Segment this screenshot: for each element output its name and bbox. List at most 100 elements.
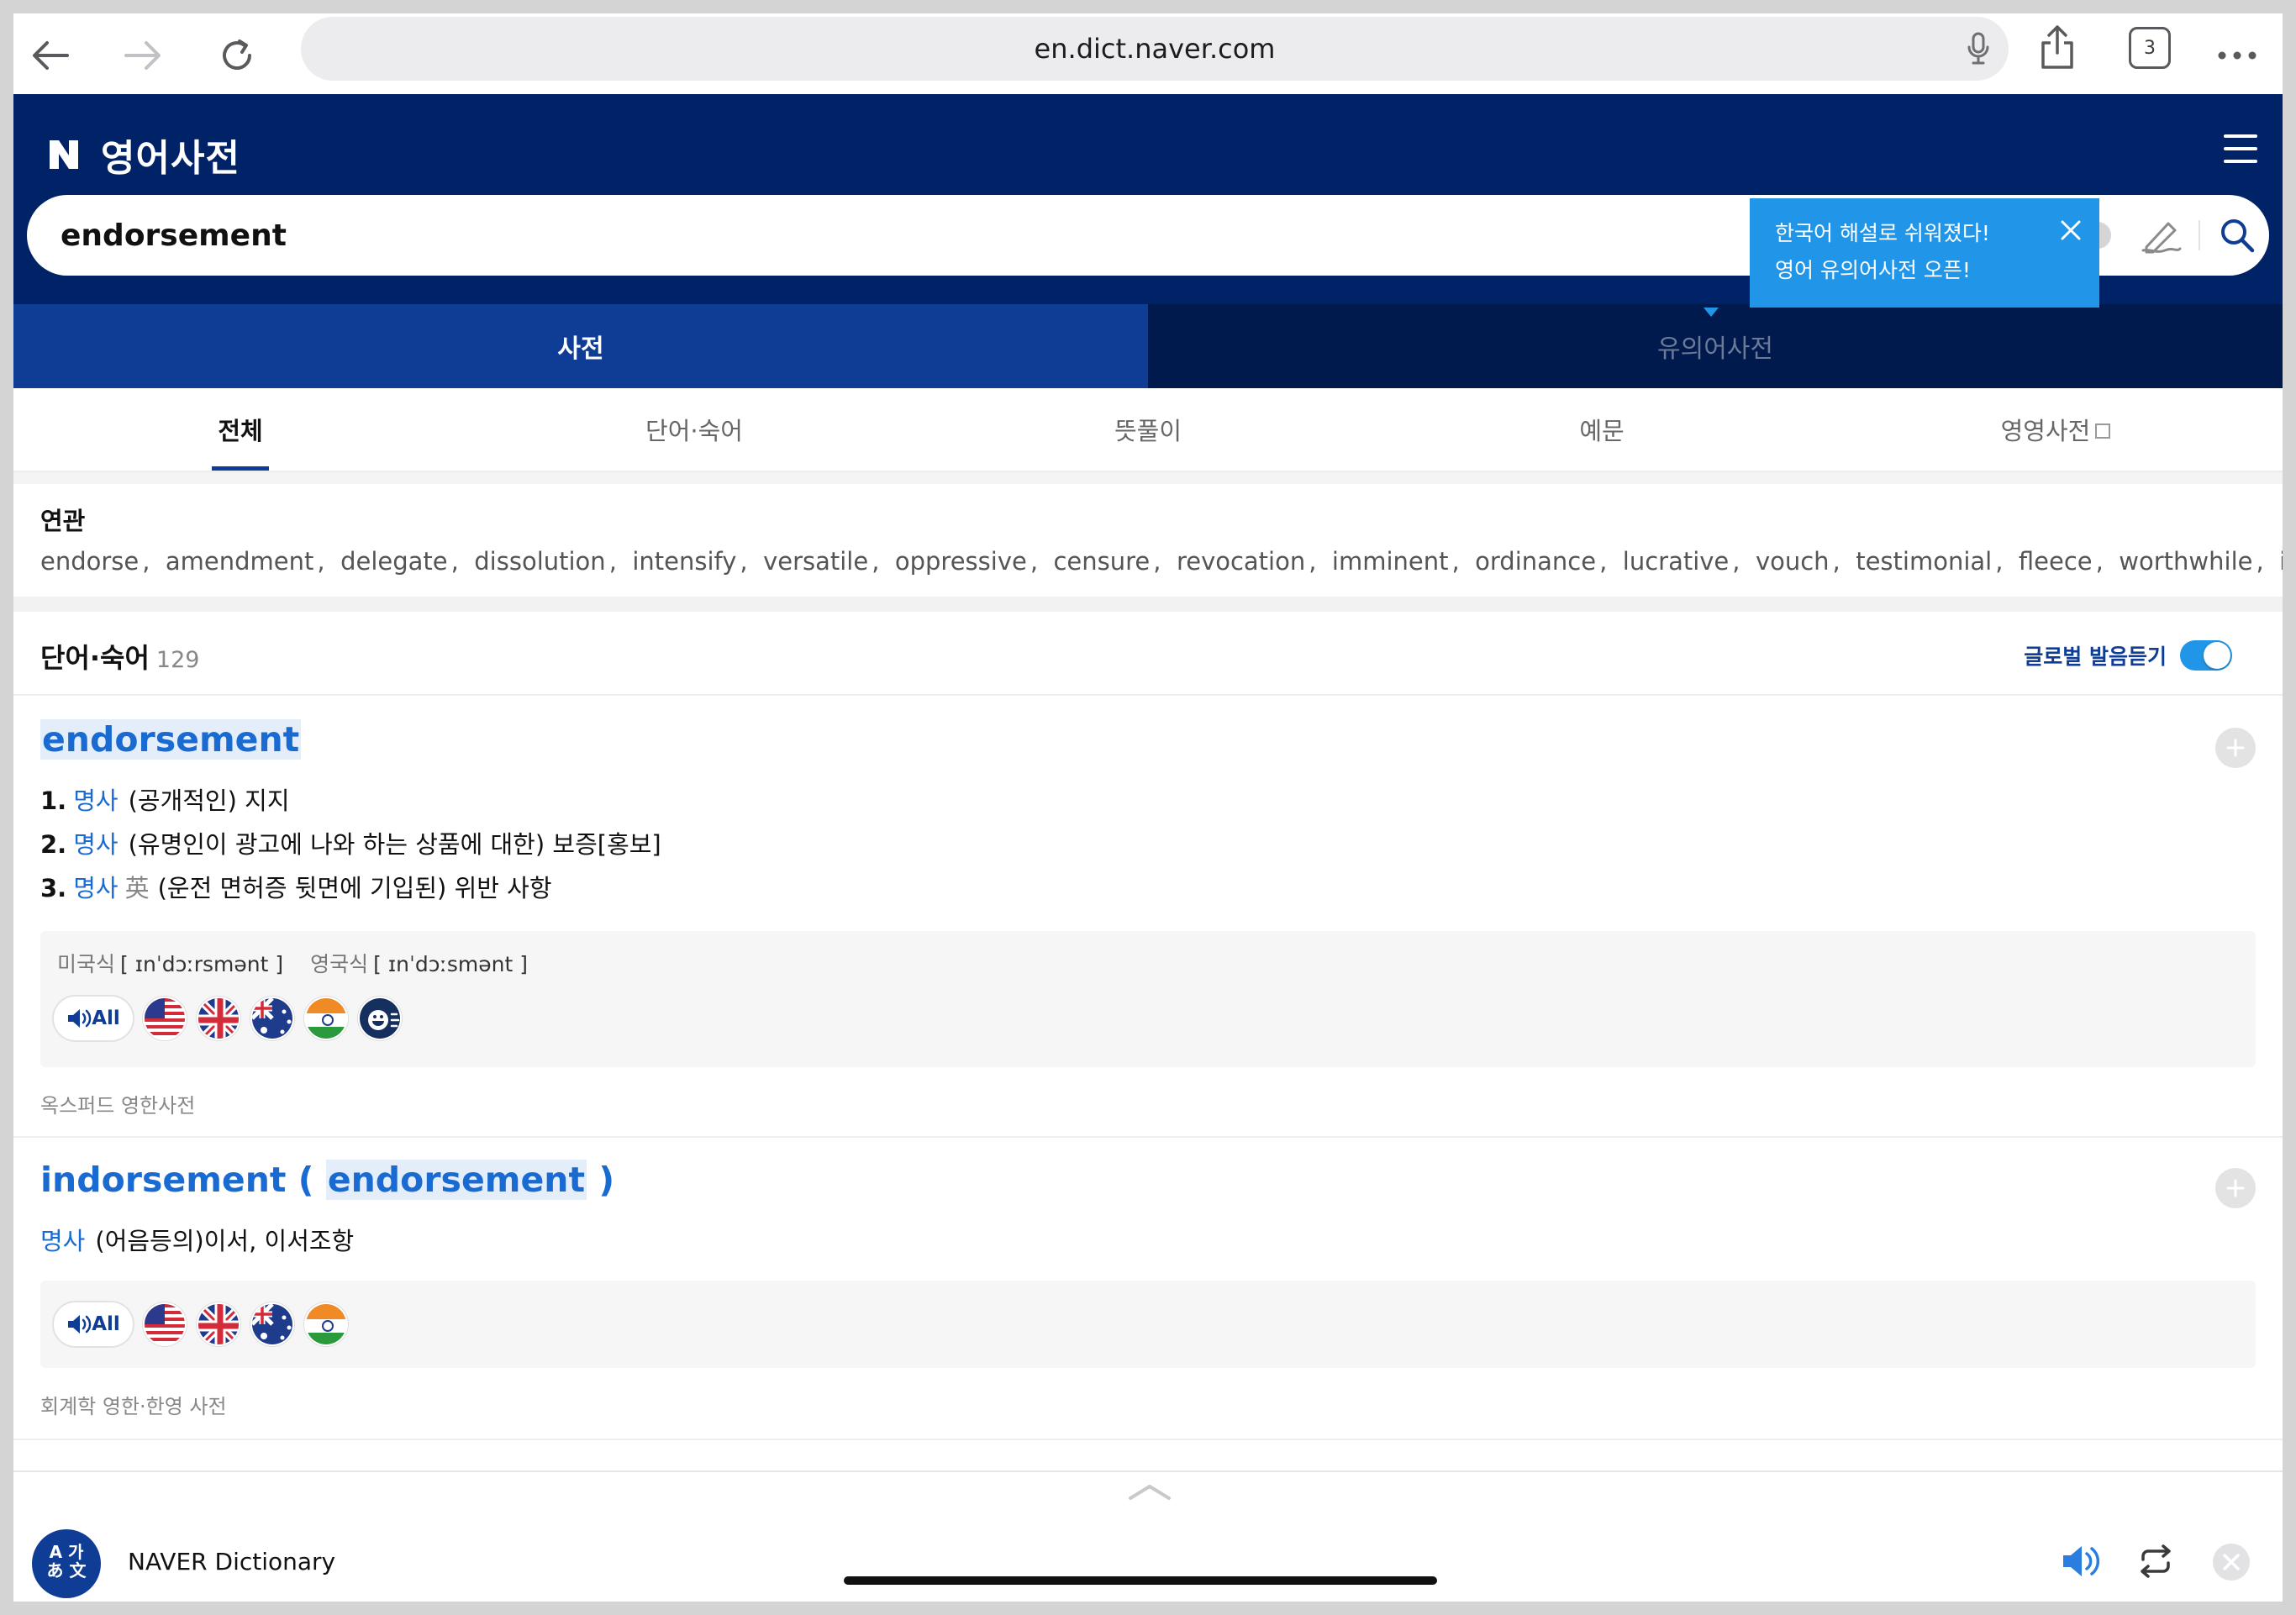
related-word-link[interactable]: worthwhile	[2119, 547, 2252, 576]
related-word-link[interactable]: fleece	[2019, 547, 2093, 576]
related-word-link[interactable]: imminent	[1332, 547, 1449, 576]
more-icon[interactable]	[2214, 32, 2261, 79]
microphone-icon[interactable]	[1967, 32, 1990, 72]
app-icon: A 가 あ 文	[32, 1529, 101, 1598]
related-word-link[interactable]: dissolution	[474, 547, 605, 576]
screen: en.dict.naver.com 3 영어사전 endorsement 한국어…	[13, 13, 2283, 1602]
separator: ,	[740, 547, 764, 576]
tab-meanings[interactable]: 뜻풀이	[921, 388, 1375, 471]
play-all-button[interactable]: All	[52, 995, 134, 1042]
related-word-link[interactable]: vouch	[1756, 547, 1830, 576]
pron-uk: [ ɪnˈdɔːsmənt ]	[373, 952, 528, 976]
play-all-button[interactable]: All	[52, 1301, 134, 1348]
tab-all[interactable]: 전체	[13, 388, 467, 471]
handwriting-icon[interactable]	[2140, 217, 2183, 257]
headword-paren-open: (	[286, 1160, 326, 1200]
speaker-icon[interactable]	[2061, 1543, 2101, 1583]
tab-examples[interactable]: 예문	[1375, 388, 1829, 471]
entry-headword[interactable]: indorsement ( endorsement )	[40, 1160, 614, 1200]
part-of-speech: 명사	[73, 830, 118, 859]
forward-icon[interactable]	[119, 32, 166, 79]
sense-3: 3. 명사 英 (운전 면허증 뒷면에 기입된) 위반 사항	[40, 869, 552, 904]
related-word-list: endorse, amendment, delegate, dissolutio…	[40, 547, 2283, 576]
announcement-tooltip: 한국어 해설로 쉬워졌다! 영어 유의어사전 오픈!	[1750, 198, 2099, 308]
sense-number: 2.	[40, 830, 67, 859]
separator: ,	[317, 547, 341, 576]
tab-dictionary[interactable]: 사전	[13, 304, 1148, 388]
search-input[interactable]	[61, 213, 1573, 257]
pron-uk-label: 영국식	[310, 952, 369, 976]
home-indicator[interactable]	[844, 1576, 1437, 1585]
part-of-speech: 명사	[40, 1227, 86, 1255]
section-title: 단어·숙어 129	[40, 637, 199, 676]
australia-flag-icon[interactable]	[250, 997, 294, 1040]
related-word-link[interactable]: testimonial	[1856, 547, 1992, 576]
tab-thesaurus[interactable]: 유의어사전	[1148, 304, 2283, 388]
logo[interactable]: 영어사전	[45, 128, 240, 181]
us-flag-icon[interactable]	[143, 997, 187, 1040]
url-text: en.dict.naver.com	[1034, 33, 1276, 65]
hamburger-icon[interactable]	[2224, 134, 2257, 163]
sense-1: 1. 명사 (공개적인) 지지	[40, 781, 290, 817]
separator: ,	[1451, 547, 1476, 576]
repeat-icon[interactable]	[2136, 1543, 2175, 1583]
entry-indorsement: indorsement ( endorsement ) 명사 (어음등의)이서, …	[13, 1138, 2283, 1440]
pronunciation-buttons: All	[52, 995, 412, 1042]
back-icon[interactable]	[27, 32, 74, 79]
sense-number: 1.	[40, 786, 67, 815]
related-word-link[interactable]: intensify	[632, 547, 736, 576]
close-player-icon[interactable]	[2212, 1543, 2251, 1585]
separator: ,	[450, 547, 475, 576]
tab-english-english[interactable]: 영영사전	[1829, 388, 2283, 471]
related-word-link[interactable]: ordinance	[1475, 547, 1596, 576]
dictionary-title: 영어사전	[101, 137, 240, 180]
play-all-label: All	[92, 1313, 120, 1335]
dictionary-source[interactable]: 회계학 영한·한영 사전	[40, 1390, 227, 1419]
entry-headword[interactable]: endorsement	[40, 719, 302, 760]
separator: ,	[1995, 547, 2019, 576]
tab-all-label: 전체	[218, 417, 263, 445]
tabs-icon[interactable]: 3	[2129, 27, 2171, 69]
tab-count: 3	[2144, 37, 2156, 59]
related-word-link[interactable]: versatile	[763, 547, 868, 576]
separator: ,	[872, 547, 895, 576]
us-flag-icon[interactable]	[143, 1302, 187, 1346]
related-word-link[interactable]: oppressive	[895, 547, 1027, 576]
pronunciation-box: 미국식[ ɪnˈdɔːrsmənt ] 영국식[ ɪnˈdɔːsmənt ] Al…	[40, 931, 2256, 1067]
related-word-link[interactable]: endorse	[40, 547, 139, 576]
headword-text: endorsement	[40, 719, 302, 760]
sense-text: (어음등의)이서, 이서조항	[95, 1227, 355, 1255]
pronunciation-text: 미국식[ ɪnˈdɔːrsmənt ] 영국식[ ɪnˈdɔːsmənt ]	[57, 948, 555, 978]
related-word-link[interactable]: lucrative	[1623, 547, 1730, 576]
url-bar[interactable]: en.dict.naver.com	[301, 17, 2009, 81]
australia-flag-icon[interactable]	[250, 1302, 294, 1346]
search-icon[interactable]	[2219, 217, 2256, 257]
global-pronunciation-toggle[interactable]	[2180, 640, 2232, 671]
naver-logo-icon	[45, 136, 82, 173]
related-word-link[interactable]: amendment	[166, 547, 314, 576]
section-title-text: 단어·숙어	[40, 642, 150, 674]
app-name: NAVER Dictionary	[128, 1548, 336, 1576]
share-icon[interactable]	[2034, 24, 2081, 71]
tooltip-line2: 영어 유의어사전 오픈!	[1775, 258, 1971, 282]
related-word-link[interactable]: censure	[1053, 547, 1150, 576]
part-of-speech: 명사	[73, 786, 118, 815]
india-flag-icon[interactable]	[304, 1302, 348, 1346]
sense-text: (운전 면허증 뒷면에 기입된) 위반 사항	[157, 874, 552, 902]
close-icon[interactable]	[2059, 217, 2083, 240]
related-word-link[interactable]: delegate	[340, 547, 448, 576]
add-to-wordbook-button[interactable]	[2215, 728, 2256, 768]
tab-words[interactable]: 단어·숙어	[467, 388, 921, 471]
india-flag-icon[interactable]	[304, 997, 348, 1040]
add-to-wordbook-button[interactable]	[2215, 1168, 2256, 1208]
related-word-link[interactable]: indorsement	[2279, 547, 2283, 576]
reload-icon[interactable]	[213, 32, 261, 79]
global-voice-icon[interactable]	[358, 997, 402, 1040]
chevron-up-icon[interactable]	[1128, 1484, 1172, 1504]
global-pronunciation: 글로벌 발음듣기	[2024, 640, 2232, 671]
uk-flag-icon[interactable]	[197, 1302, 240, 1346]
tooltip-caret	[1704, 308, 1719, 317]
related-word-link[interactable]: revocation	[1177, 547, 1305, 576]
dictionary-source[interactable]: 옥스퍼드 영한사전	[40, 1089, 195, 1118]
uk-flag-icon[interactable]	[197, 997, 240, 1040]
